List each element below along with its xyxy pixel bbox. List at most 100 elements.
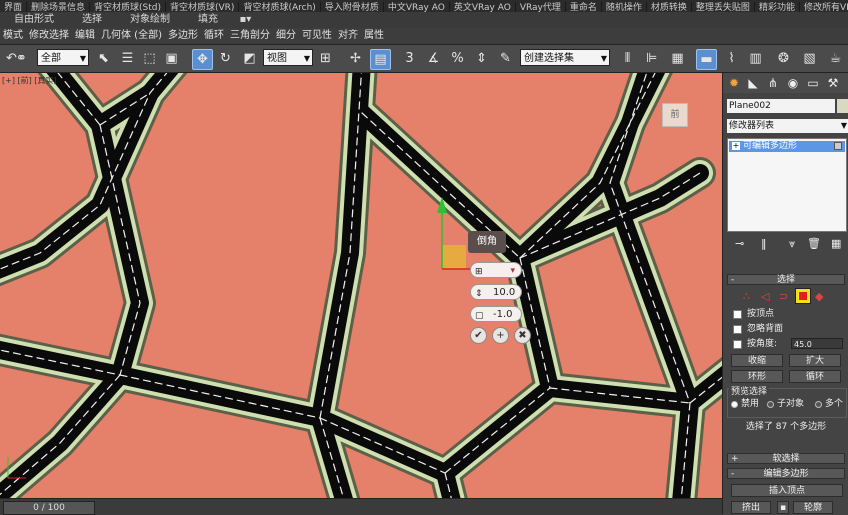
menu-modify-selection[interactable]: 修改选择 — [26, 28, 72, 44]
plugin-button[interactable]: 英文VRay AO — [450, 2, 516, 12]
preview-off-radio[interactable] — [731, 401, 738, 408]
select-manipulate-icon[interactable]: ✢ — [346, 49, 365, 68]
tab-object-paint[interactable]: 对象绘制 — [116, 12, 184, 28]
ref-coord-dropdown[interactable]: 视图 ▼ — [263, 49, 313, 66]
vertex-mode-icon[interactable]: ∴ — [743, 290, 750, 303]
snap-icon[interactable]: 3 — [400, 49, 419, 68]
modifier-stack[interactable]: + 可编辑多边形 — [727, 138, 847, 232]
plugin-button[interactable]: 重命名 — [566, 2, 602, 12]
tab-selection[interactable]: 选择 — [68, 12, 116, 28]
extrude-settings-button[interactable]: ▪ — [777, 501, 789, 514]
show-end-result-icon[interactable]: ‖ — [761, 237, 767, 250]
plugin-button[interactable]: 材质转换 — [647, 2, 692, 12]
preview-multi-radio[interactable] — [815, 401, 822, 408]
utilities-tab-icon[interactable]: ⚒ — [825, 75, 841, 91]
time-slider[interactable]: 0 / 100 — [3, 501, 95, 515]
insert-vertex-button[interactable]: 插入顶点 — [731, 484, 843, 497]
rect-selection-icon[interactable]: ⬚ — [140, 49, 159, 68]
window-crossing-icon[interactable]: ▣ — [162, 49, 181, 68]
by-vertex-checkbox[interactable] — [733, 310, 742, 319]
menu-edit[interactable]: 编辑 — [72, 28, 98, 44]
loop-button[interactable]: 循环 — [789, 370, 841, 383]
layer-manager-icon[interactable]: ▦ — [668, 49, 687, 68]
stack-item-editable-poly[interactable]: + 可编辑多边形 — [729, 141, 845, 152]
plugin-button[interactable]: 界面 — [0, 2, 28, 12]
viewport-label[interactable]: [+] [前] [真实] — [2, 75, 57, 86]
polygon-mode-icon[interactable] — [795, 288, 811, 304]
pin-stack-icon[interactable]: ⊸ — [735, 237, 744, 250]
select-object-icon[interactable]: ⬉ — [94, 49, 113, 68]
outline-button[interactable]: 轮廓 — [793, 501, 833, 514]
caddy-ok-button[interactable]: ✔ — [470, 327, 487, 344]
plugin-button[interactable]: 整理丢失贴图 — [692, 2, 755, 12]
spinner-snap-icon[interactable]: ⇕ — [472, 49, 491, 68]
make-unique-icon[interactable]: ⩔ — [789, 237, 795, 251]
viewcube[interactable]: 前 — [662, 103, 688, 127]
menu-visibility[interactable]: 可见性 — [299, 28, 335, 44]
preview-subobject-radio[interactable] — [767, 401, 774, 408]
ring-button[interactable]: 环形 — [731, 370, 783, 383]
caddy-cancel-button[interactable]: ✖ — [514, 327, 531, 344]
motion-tab-icon[interactable]: ◉ — [785, 75, 801, 91]
display-tab-icon[interactable]: ▭ — [805, 75, 821, 91]
bevel-outline-field[interactable]: ▢ -1.0 — [470, 306, 522, 322]
render-setup-icon[interactable]: ▧ — [800, 49, 819, 68]
ribbon-options-icon[interactable]: ▪▾ — [236, 12, 256, 28]
plugin-button[interactable]: 精彩功能 — [755, 2, 800, 12]
angle-spinner[interactable]: 45.0 — [791, 338, 843, 349]
plugin-button[interactable]: 删除场景信息 — [27, 2, 91, 12]
modifier-list-dropdown[interactable]: 修改器列表 ▼ — [727, 119, 848, 133]
grow-button[interactable]: 扩大 — [789, 354, 841, 367]
menu-geometry[interactable]: 几何体 (全部) — [98, 28, 165, 44]
angle-snap-icon[interactable]: ∡ — [424, 49, 443, 68]
element-mode-icon[interactable]: ◆ — [815, 290, 823, 303]
plugin-button[interactable]: 修改所有VRayMt — [800, 2, 848, 12]
menu-tris[interactable]: 三角剖分 — [227, 28, 273, 44]
expand-icon[interactable]: + — [732, 142, 740, 150]
modify-tab-icon[interactable]: ◣ — [745, 75, 761, 91]
caddy-apply-button[interactable]: + — [492, 327, 509, 344]
bevel-caddy-title[interactable]: 倒角 — [468, 231, 506, 253]
menu-properties[interactable]: 属性 — [361, 28, 387, 44]
viewport-front[interactable]: [+] [前] [真实] 前 倒角 ⊞ ▾ ⇕ 10.0 ▢ -1.0 ✔ + ✖ — [0, 73, 722, 498]
plugin-button[interactable]: 随机操作 — [602, 2, 647, 12]
link-icon[interactable]: ⚭ — [12, 49, 31, 68]
menu-loops[interactable]: 循环 — [201, 28, 227, 44]
schematic-view-icon[interactable]: ▥ — [746, 49, 765, 68]
mirror-icon[interactable]: ⫴ — [618, 49, 637, 68]
plugin-button[interactable]: VRay代理 — [516, 2, 566, 12]
plugin-button[interactable]: 背空材质球(Std) — [90, 2, 167, 12]
border-mode-icon[interactable]: ⊃ — [779, 290, 788, 303]
bevel-type-field[interactable]: ⊞ ▾ — [470, 262, 522, 278]
menu-mode[interactable]: 模式 — [0, 28, 26, 44]
selection-filter-dropdown[interactable]: 全部 ▼ — [37, 49, 89, 66]
soft-selection-rollout-header[interactable]: + 软选择 — [727, 453, 845, 464]
hierarchy-tab-icon[interactable]: ⋔ — [765, 75, 781, 91]
edge-mode-icon[interactable]: ◁ — [761, 290, 769, 303]
configure-sets-icon[interactable]: ▦ — [831, 237, 841, 250]
named-selection-dropdown[interactable]: 创建选择集 ▼ — [520, 49, 610, 66]
object-name-field[interactable]: Plane002 — [727, 99, 835, 113]
keyboard-shortcut-icon[interactable]: ▤ — [370, 49, 391, 70]
selection-rollout-header[interactable]: - 选择 — [727, 274, 845, 285]
align-icon[interactable]: ⊫ — [642, 49, 661, 68]
gizmo-plane-xy[interactable] — [442, 245, 466, 269]
plugin-button[interactable]: 背空材质球(VR) — [166, 2, 240, 12]
plugin-button[interactable]: 中文VRay AO — [384, 2, 450, 12]
curve-editor-icon[interactable]: ⌇ — [722, 49, 741, 68]
material-editor-icon[interactable]: ❂ — [774, 49, 793, 68]
edit-named-sel-icon[interactable]: ✎ — [496, 49, 515, 68]
shrink-button[interactable]: 收缩 — [731, 354, 783, 367]
ignore-backfacing-checkbox[interactable] — [733, 325, 742, 334]
create-tab-icon[interactable]: ✹ — [726, 75, 742, 91]
graphite-ribbon-icon[interactable]: ▬ — [696, 49, 717, 70]
tab-freeform[interactable]: 自由形式 — [0, 12, 68, 28]
move-icon[interactable]: ✥ — [192, 49, 213, 70]
tab-populate[interactable]: 填充 — [184, 12, 232, 28]
plugin-button[interactable]: 背空材质球(Arch) — [239, 2, 321, 12]
menu-polygons[interactable]: 多边形 — [165, 28, 201, 44]
by-angle-checkbox[interactable] — [733, 340, 742, 349]
percent-snap-icon[interactable]: % — [448, 49, 467, 68]
pivot-icon[interactable]: ⊞ — [316, 49, 335, 68]
rotate-icon[interactable]: ↻ — [216, 49, 235, 68]
